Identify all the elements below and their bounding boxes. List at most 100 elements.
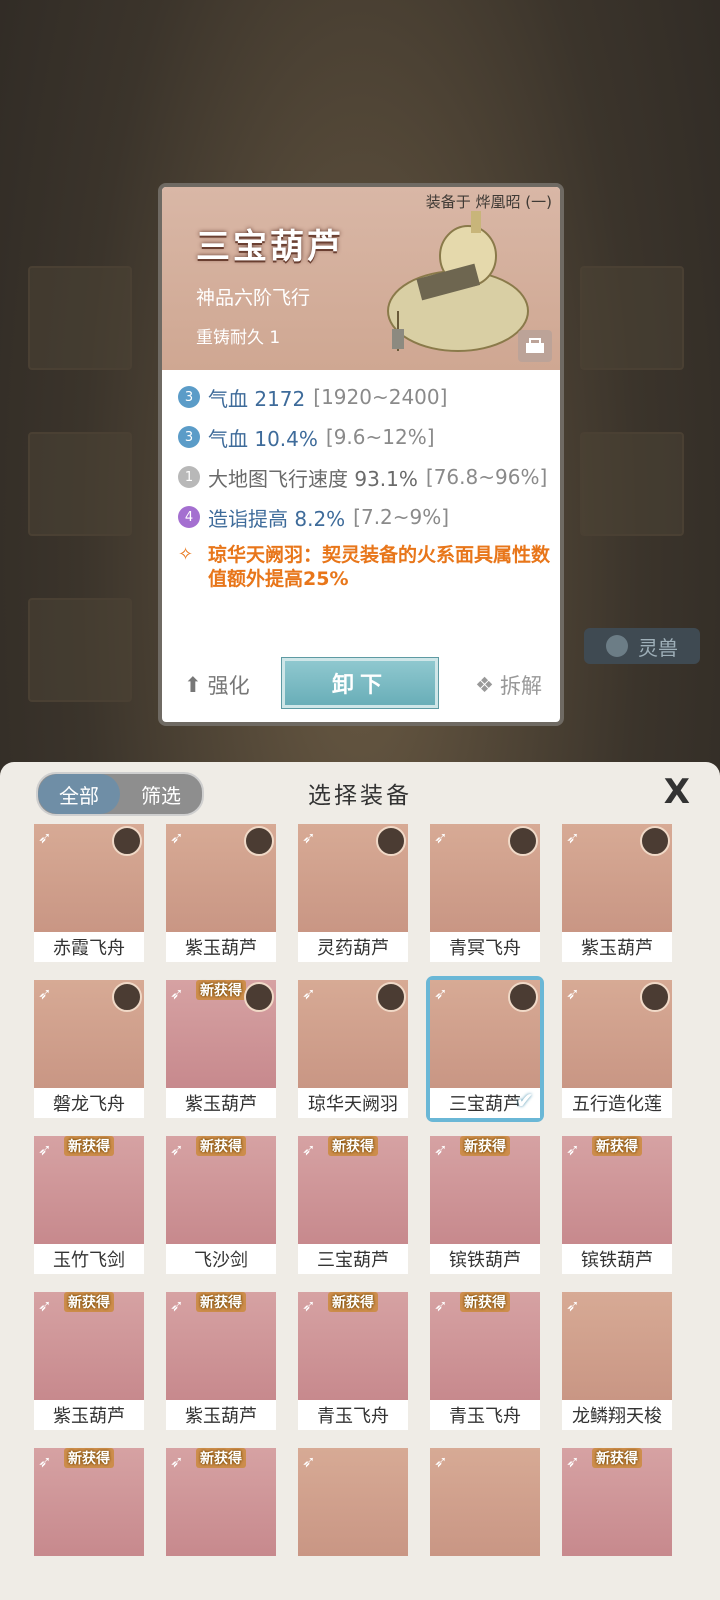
- equipment-tile[interactable]: ➶: [430, 1448, 540, 1556]
- wing-icon: ➶: [302, 984, 316, 1003]
- character-avatar: [640, 982, 670, 1012]
- character-avatar: [244, 982, 274, 1012]
- equipment-name: 五行造化莲: [562, 1088, 672, 1118]
- equipment-tile[interactable]: ➶ 新获得 紫玉葫芦: [166, 980, 276, 1118]
- special-effect-text: 琼华天阙羽：契灵装备的火系面具属性数值额外提高25%: [208, 544, 551, 590]
- equipment-tile[interactable]: ➶ 磐龙飞舟: [34, 980, 144, 1118]
- wing-icon: ➶: [170, 1140, 184, 1159]
- item-name: 三宝葫芦: [196, 227, 344, 267]
- new-badge: 新获得: [592, 1136, 642, 1156]
- new-badge: 新获得: [64, 1448, 114, 1468]
- wing-icon: ➶: [566, 1296, 580, 1315]
- equipment-tile[interactable]: ➶ 新获得 飞沙剑: [166, 1136, 276, 1274]
- character-avatar: [508, 982, 538, 1012]
- equipment-tile[interactable]: ➶ 紫玉葫芦: [166, 824, 276, 962]
- character-avatar: [376, 826, 406, 856]
- wing-icon: ➶: [434, 828, 448, 847]
- new-badge: 新获得: [196, 980, 246, 1000]
- equipment-name: 紫玉葫芦: [34, 1400, 144, 1430]
- spirit-beast-label: 灵兽: [638, 635, 678, 660]
- beast-icon: [606, 635, 628, 657]
- wing-icon: ➶: [566, 1452, 580, 1471]
- card-actions: ⬆ 强化 卸下 ❖ 拆解: [162, 650, 560, 722]
- equipment-tile[interactable]: ➶: [298, 1448, 408, 1556]
- wing-icon: ➶: [566, 984, 580, 1003]
- equipment-tile[interactable]: ➶ 三宝葫芦 ✔: [426, 976, 544, 1122]
- equipment-tile[interactable]: ➶ 新获得镔铁葫芦: [430, 1136, 540, 1274]
- stat-row: 4 造诣提高 8.2% [7.2~9%]: [178, 497, 550, 537]
- special-effect-icon: ✧: [178, 544, 194, 565]
- equipment-tile[interactable]: ➶ 新获得 青玉飞舟: [430, 1292, 540, 1430]
- equipment-name: 镔铁葫芦: [430, 1244, 540, 1274]
- equipment-tile[interactable]: ➶ 新获得 紫玉葫芦: [34, 1292, 144, 1430]
- panel-header: 全部 筛选 选择装备 X: [0, 762, 720, 822]
- equipment-tile[interactable]: ➶ 紫玉葫芦: [562, 824, 672, 962]
- wing-icon: ➶: [38, 1452, 52, 1471]
- equipment-name: 玉竹飞剑: [34, 1244, 144, 1274]
- equipment-tile[interactable]: ➶ 新获得: [34, 1448, 144, 1556]
- bg-equip-slot: [28, 598, 132, 702]
- bg-equip-slot: [28, 432, 132, 536]
- equipment-tile[interactable]: ➶ 龙鳞翔天梭: [562, 1292, 672, 1430]
- lock-icon[interactable]: [518, 330, 552, 362]
- special-effect: ✧ 琼华天阙羽：契灵装备的火系面具属性数值额外提高25%: [178, 543, 550, 591]
- wing-icon: ➶: [38, 1296, 52, 1315]
- bg-equip-slot: [580, 266, 684, 370]
- equipment-tile[interactable]: ➶ 青冥飞舟: [430, 824, 540, 962]
- equipment-tile[interactable]: ➶ 新获得 三宝葫芦: [298, 1136, 408, 1274]
- character-avatar: [112, 826, 142, 856]
- equipment-tile[interactable]: ➶ 新获得: [166, 1448, 276, 1556]
- select-equipment-panel: 全部 筛选 选择装备 X ➶ 赤霞飞舟 ➶ 紫玉葫芦 ➶ 灵药葫芦 ➶ 青冥飞舟 ➶ 紫玉葫芦 ➶ 磐…: [0, 762, 720, 1600]
- close-button[interactable]: X: [664, 772, 690, 812]
- stat-value: 气血 10.4%: [208, 426, 318, 451]
- equipment-tile[interactable]: ➶ 五行造化莲: [562, 980, 672, 1118]
- character-avatar: [508, 826, 538, 856]
- bg-equip-slot: [28, 266, 132, 370]
- equipment-tile[interactable]: ➶ 新获得 青玉飞舟: [298, 1292, 408, 1430]
- equipment-tile[interactable]: ➶ 新获得 玉竹飞剑: [34, 1136, 144, 1274]
- character-avatar: [376, 982, 406, 1012]
- equipment-tile[interactable]: ➶ 琼华天阙羽: [298, 980, 408, 1118]
- equipment-tile[interactable]: ➶ 赤霞飞舟: [34, 824, 144, 962]
- wing-icon: ➶: [170, 1296, 184, 1315]
- equipment-tile[interactable]: ➶ 新获得 镔铁葫芦: [562, 1136, 672, 1274]
- spirit-beast-tab[interactable]: 灵兽: [584, 628, 700, 664]
- strengthen-label: 强化: [207, 674, 250, 698]
- stat-value: 造诣提高 8.2%: [208, 506, 346, 531]
- new-badge: 新获得: [592, 1448, 642, 1468]
- stat-range: [1920~2400]: [313, 385, 448, 409]
- equipment-name: 紫玉葫芦: [166, 1088, 276, 1118]
- tier-badge-icon: 1: [178, 466, 200, 488]
- wing-icon: ➶: [170, 828, 184, 847]
- new-badge: 新获得: [196, 1292, 246, 1312]
- equipment-name: 琼华天阙羽: [298, 1088, 408, 1118]
- stat-row: 3 气血 10.4% [9.6~12%]: [178, 417, 550, 457]
- stat-value: 气血 2172: [208, 386, 306, 411]
- wing-icon: ➶: [38, 984, 52, 1003]
- stat-value: 大地图飞行速度 93.1%: [208, 466, 418, 491]
- stat-range: [9.6~12%]: [325, 425, 435, 449]
- new-badge: 新获得: [328, 1292, 378, 1312]
- wing-icon: ➶: [38, 828, 52, 847]
- equipment-tile[interactable]: ➶ 灵药葫芦: [298, 824, 408, 962]
- wing-icon: ➶: [434, 1452, 448, 1471]
- unequip-button[interactable]: 卸下: [282, 658, 438, 708]
- character-avatar: [112, 982, 142, 1012]
- equipment-name: 青玉飞舟: [298, 1400, 408, 1430]
- arrow-up-icon: ⬆: [184, 673, 202, 697]
- equipment-name: 灵药葫芦: [298, 932, 408, 962]
- equipment-name: 镔铁葫芦: [562, 1244, 672, 1274]
- new-badge: 新获得: [196, 1448, 246, 1468]
- panel-title: 选择装备: [308, 783, 412, 809]
- stat-range: [7.2~9%]: [353, 505, 450, 529]
- equipment-tile[interactable]: ➶ 新获得: [562, 1448, 672, 1556]
- wing-icon: ➶: [302, 1452, 316, 1471]
- bg-equip-slot: [580, 432, 684, 536]
- strengthen-button[interactable]: ⬆ 强化: [184, 670, 250, 700]
- equipment-tile[interactable]: ➶ 新获得 紫玉葫芦: [166, 1292, 276, 1430]
- dismantle-button[interactable]: ❖ 拆解: [475, 670, 542, 700]
- wing-icon: ➶: [434, 1140, 448, 1159]
- new-badge: 新获得: [460, 1136, 510, 1156]
- new-badge: 新获得: [460, 1292, 510, 1312]
- tier-badge-icon: 4: [178, 506, 200, 528]
